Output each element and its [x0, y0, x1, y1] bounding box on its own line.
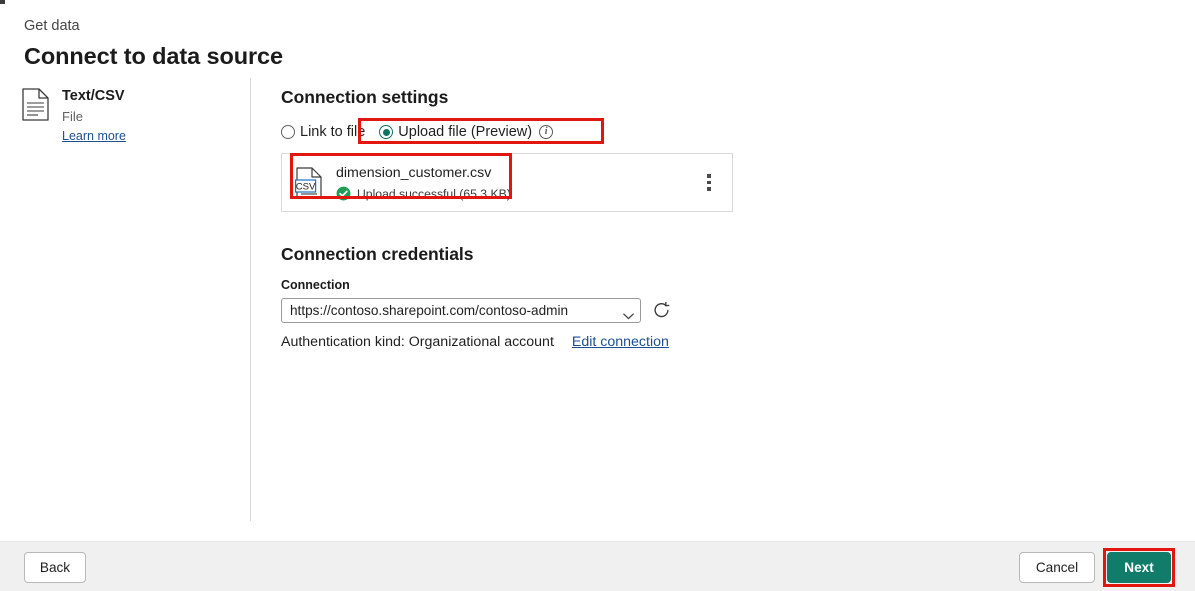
upload-status-text: Upload successful (65.3 KB)	[357, 186, 511, 201]
connection-settings-heading: Connection settings	[281, 87, 449, 107]
radio-label-upload-file: Upload file (Preview)	[398, 124, 533, 140]
authentication-kind-text: Authentication kind: Organizational acco…	[281, 334, 554, 350]
breadcrumb: Get data	[24, 18, 80, 34]
connect-to-data-source-dialog: Get data Connect to data source Text/CSV…	[0, 0, 1195, 591]
panel-divider	[250, 78, 251, 521]
radio-link-to-file[interactable]: Link to file	[281, 121, 365, 143]
connection-mode-radio-group: Link to file Upload file (Preview) i	[281, 121, 881, 143]
uploaded-file-card: CSV dimension_customer.csv Upload succes…	[281, 153, 733, 212]
learn-more-link[interactable]: Learn more	[62, 128, 126, 145]
connection-field-label: Connection	[281, 278, 350, 292]
radio-upload-file[interactable]: Upload file (Preview)	[379, 121, 532, 143]
page-header: Get data Connect to data source	[24, 16, 724, 72]
connection-dropdown-value: https://contoso.sharepoint.com/contoso-a…	[290, 302, 569, 318]
info-icon[interactable]: i	[539, 125, 554, 139]
page-title: Connect to data source	[24, 43, 283, 69]
radio-indicator-upload-file	[379, 125, 394, 139]
radio-label-link-to-file: Link to file	[300, 124, 366, 140]
back-button[interactable]: Back	[24, 552, 86, 583]
source-name: Text/CSV	[62, 88, 125, 104]
window-corner-artifact	[0, 0, 5, 4]
connection-credentials-heading: Connection credentials	[281, 244, 474, 264]
authentication-row: Authentication kind: Organizational acco…	[281, 333, 881, 352]
next-button[interactable]: Next	[1107, 552, 1171, 583]
svg-text:CSV: CSV	[296, 181, 316, 192]
more-vertical-icon[interactable]	[698, 168, 720, 198]
connection-row: https://contoso.sharepoint.com/contoso-a…	[281, 298, 881, 323]
refresh-icon[interactable]	[652, 301, 671, 320]
main-content: Connection settings Link to file Upload …	[281, 85, 881, 352]
edit-connection-link[interactable]: Edit connection	[572, 333, 669, 352]
cancel-button[interactable]: Cancel	[1019, 552, 1095, 583]
selected-source-panel: Text/CSV File Learn more	[22, 86, 222, 145]
chevron-down-icon	[623, 307, 634, 320]
dialog-footer	[0, 541, 1195, 591]
radio-indicator-link-to-file	[281, 125, 295, 139]
text-file-icon	[22, 88, 49, 121]
csv-file-icon: CSV	[295, 166, 323, 199]
source-kind: File	[62, 109, 83, 124]
uploaded-file-name: dimension_customer.csv	[336, 164, 492, 181]
success-check-icon	[336, 186, 351, 201]
connection-dropdown[interactable]: https://contoso.sharepoint.com/contoso-a…	[281, 298, 641, 323]
uploaded-file-status: Upload successful (65.3 KB)	[336, 186, 698, 202]
